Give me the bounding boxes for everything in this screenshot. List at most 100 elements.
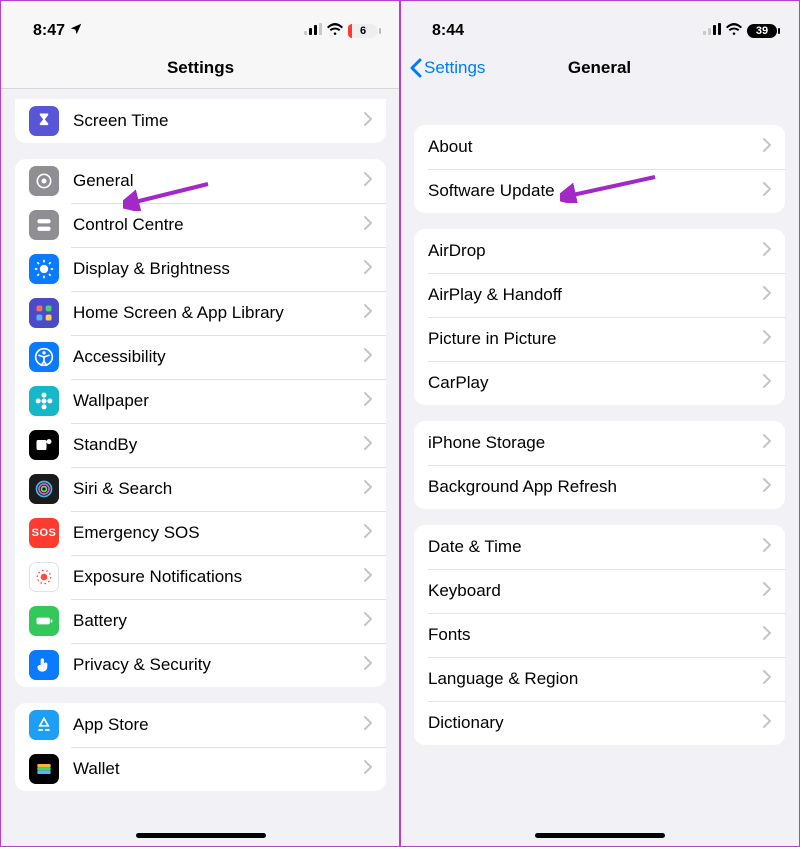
settings-row[interactable]: Software Update [414,169,785,213]
settings-row[interactable]: Screen Time [15,99,386,143]
chevron-right-icon [364,303,372,323]
settings-row[interactable]: Battery [15,599,386,643]
settings-row[interactable]: SOS Emergency SOS [15,511,386,555]
settings-row[interactable]: Siri & Search [15,467,386,511]
row-label: About [428,137,763,157]
settings-row[interactable]: Fonts [414,613,785,657]
row-label: AirPlay & Handoff [428,285,763,305]
gear-icon [29,166,59,196]
row-label: Wallpaper [73,391,364,411]
back-label: Settings [424,58,485,78]
settings-row[interactable]: Wallet [15,747,386,791]
home-indicator[interactable] [535,833,665,838]
row-label: Emergency SOS [73,523,364,543]
row-label: Home Screen & App Library [73,303,364,323]
row-label: Control Centre [73,215,364,235]
settings-row[interactable]: AirDrop [414,229,785,273]
row-label: iPhone Storage [428,433,763,453]
page-title: Settings [167,58,234,78]
row-label: Language & Region [428,669,763,689]
hand-icon [29,650,59,680]
settings-screen: 8:47 6 Settings Screen Time General Contr… [1,1,400,846]
home-indicator[interactable] [136,833,266,838]
flower-icon [29,386,59,416]
chevron-right-icon [364,611,372,631]
wifi-icon [726,22,742,40]
chevron-right-icon [763,477,771,497]
chevron-right-icon [763,669,771,689]
row-label: App Store [73,715,364,735]
settings-group: AirDrop AirPlay & Handoff Picture in Pictu… [414,229,785,405]
settings-row[interactable]: General [15,159,386,203]
chevron-right-icon [763,713,771,733]
settings-row[interactable]: Wallpaper [15,379,386,423]
row-label: Fonts [428,625,763,645]
settings-row[interactable]: Home Screen & App Library [15,291,386,335]
chevron-right-icon [364,435,372,455]
sun-icon [29,254,59,284]
settings-row[interactable]: Date & Time [414,525,785,569]
wifi-icon [327,22,343,40]
chevron-right-icon [364,259,372,279]
settings-row[interactable]: Language & Region [414,657,785,701]
chevron-right-icon [763,537,771,557]
row-label: Siri & Search [73,479,364,499]
screenshot-divider [399,1,401,846]
battery-indicator: 39 [747,24,777,38]
chevron-right-icon [364,215,372,235]
page-title: General [568,58,631,78]
settings-row[interactable]: Accessibility [15,335,386,379]
chevron-right-icon [763,581,771,601]
general-screen: 8:44 39 Settings General AboutSoftware U… [400,1,799,846]
toggles-icon [29,210,59,240]
settings-row[interactable]: StandBy [15,423,386,467]
row-label: Dictionary [428,713,763,733]
settings-row[interactable]: Exposure Notifications [15,555,386,599]
status-time: 8:47 [33,22,65,40]
chevron-right-icon [364,655,372,675]
general-list[interactable]: About Software Update AirDrop AirPlay & Ha… [400,89,799,846]
back-button[interactable]: Settings [410,47,485,89]
chevron-right-icon [364,111,372,131]
settings-group: iPhone Storage Background App Refresh [414,421,785,509]
settings-group: General Control Centre Display & Brightnes… [15,159,386,687]
settings-row[interactable]: App Store [15,703,386,747]
accessibility-icon [29,342,59,372]
settings-row[interactable]: AirPlay & Handoff [414,273,785,317]
location-arrow-icon [69,22,83,41]
siri-icon [29,474,59,504]
settings-row[interactable]: Privacy & Security [15,643,386,687]
chevron-right-icon [763,329,771,349]
chevron-right-icon [364,567,372,587]
settings-row[interactable]: Background App Refresh [414,465,785,509]
settings-list[interactable]: Screen Time General Control Centre Display… [1,89,400,846]
sos-icon: SOS [29,518,59,548]
settings-row[interactable]: Dictionary [414,701,785,745]
exposure-icon [29,562,59,592]
nav-bar: Settings [1,47,400,89]
settings-row[interactable]: iPhone Storage [414,421,785,465]
chevron-right-icon [364,715,372,735]
chevron-right-icon [763,241,771,261]
settings-row[interactable]: Display & Brightness [15,247,386,291]
battery-indicator: 6 [348,24,378,38]
hourglass-icon [29,106,59,136]
settings-row[interactable]: Picture in Picture [414,317,785,361]
row-label: StandBy [73,435,364,455]
settings-row[interactable]: Keyboard [414,569,785,613]
chevron-right-icon [364,171,372,191]
settings-row[interactable]: CarPlay [414,361,785,405]
row-label: Battery [73,611,364,631]
chevron-right-icon [763,285,771,305]
settings-group: About Software Update [414,125,785,213]
settings-group: Screen Time [15,99,386,143]
row-label: Accessibility [73,347,364,367]
appstore-icon [29,710,59,740]
settings-row[interactable]: Control Centre [15,203,386,247]
settings-row[interactable]: About [414,125,785,169]
settings-group: Date & TimeKeyboard Fonts Language & Regio… [414,525,785,745]
row-label: CarPlay [428,373,763,393]
chevron-right-icon [763,181,771,201]
row-label: General [73,171,364,191]
standby-icon [29,430,59,460]
